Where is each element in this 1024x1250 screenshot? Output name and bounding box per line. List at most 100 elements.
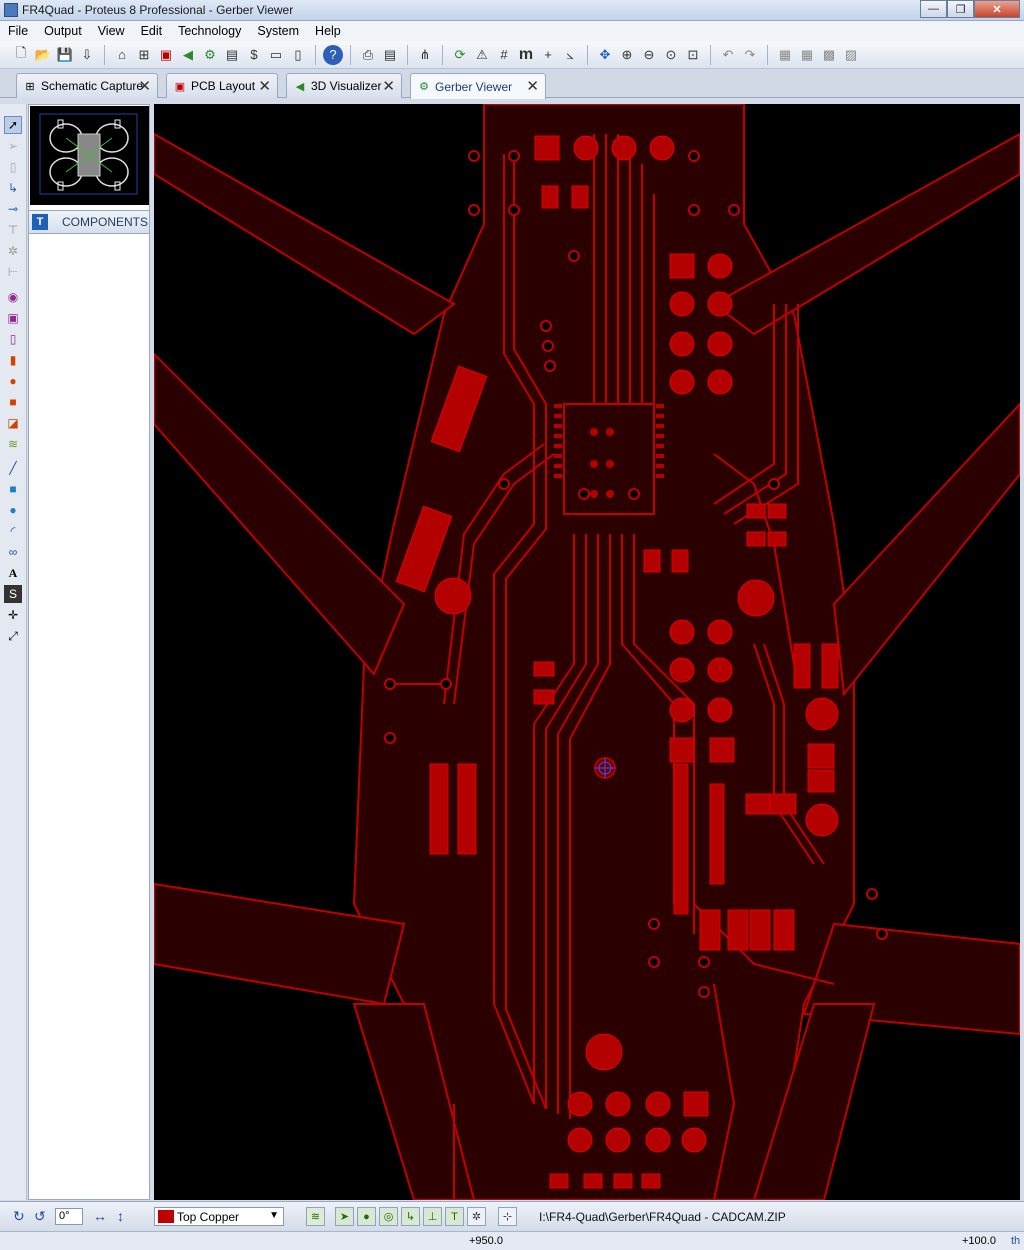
metric-icon[interactable]: m: [516, 45, 536, 65]
text-icon[interactable]: A: [4, 564, 22, 582]
connectivity-mode-icon[interactable]: ⊢: [4, 263, 22, 281]
marker-icon[interactable]: ✛: [4, 606, 22, 624]
pick-icon[interactable]: ⚠: [472, 45, 492, 65]
filter-via-icon[interactable]: ◎: [379, 1207, 398, 1226]
gerber-canvas[interactable]: [154, 104, 1020, 1200]
block-move-icon[interactable]: ▦: [797, 45, 817, 65]
schematic-icon[interactable]: ⊞: [134, 45, 154, 65]
layer-selector[interactable]: Top Copper ▼: [154, 1207, 284, 1226]
open-icon[interactable]: 📂: [33, 45, 53, 65]
unit-label[interactable]: th: [1011, 1235, 1020, 1247]
close-icon[interactable]: ✕: [258, 77, 271, 95]
3d-icon: ◀: [295, 80, 305, 93]
tab-schematic-capture[interactable]: ⊞ Schematic Capture ✕: [16, 73, 158, 98]
mirror-x-icon[interactable]: ↔: [93, 1208, 107, 1224]
symbol-icon[interactable]: S: [4, 585, 22, 603]
print-icon[interactable]: ⎙: [358, 45, 378, 65]
square-pad-icon[interactable]: ▣: [4, 309, 22, 327]
rotate-ccw-icon[interactable]: ↺: [34, 1208, 46, 1225]
block-delete-icon[interactable]: ▨: [841, 45, 861, 65]
notes2-icon[interactable]: ▯: [288, 45, 308, 65]
redo-icon[interactable]: ↷: [740, 45, 760, 65]
block-copy-icon[interactable]: ▦: [775, 45, 795, 65]
maximize-button[interactable]: ❐: [947, 0, 974, 18]
tab-pcb-layout[interactable]: ▣ PCB Layout ✕: [166, 73, 278, 98]
menu-technology[interactable]: Technology: [170, 24, 249, 38]
snap-icon[interactable]: ⦣: [560, 45, 580, 65]
new-icon[interactable]: 🗋: [11, 45, 31, 65]
filter-pin-icon[interactable]: ●: [357, 1207, 376, 1226]
arc-icon[interactable]: ◜: [4, 522, 22, 540]
zoom-in-icon[interactable]: ⊕: [617, 45, 637, 65]
netlist-icon[interactable]: ⋔: [415, 45, 435, 65]
close-icon[interactable]: ✕: [138, 77, 151, 95]
filter-options-icon[interactable]: ⊹: [498, 1207, 517, 1226]
home-icon[interactable]: ⌂: [112, 45, 132, 65]
zoom-all-icon[interactable]: ⊙: [661, 45, 681, 65]
zoom-area-icon[interactable]: ⊡: [683, 45, 703, 65]
block-rotate-icon[interactable]: ▩: [819, 45, 839, 65]
grid-icon[interactable]: #: [494, 45, 514, 65]
mirror-y-icon[interactable]: ↕: [117, 1208, 124, 1224]
edge-pad-icon[interactable]: ▮: [4, 351, 22, 369]
dil-pad-icon[interactable]: ▯: [4, 330, 22, 348]
gerber-icon: ⚙: [419, 81, 429, 93]
path-icon[interactable]: ∞: [4, 543, 22, 561]
close-icon[interactable]: ✕: [526, 77, 539, 95]
filter-zone-icon[interactable]: ⊥: [423, 1207, 442, 1226]
origin-icon[interactable]: +: [538, 45, 558, 65]
undo-icon[interactable]: ↶: [718, 45, 738, 65]
component-mode-icon[interactable]: ➢: [4, 137, 22, 155]
pan-icon[interactable]: ✥: [595, 45, 615, 65]
zone-mode-icon[interactable]: ⊤: [4, 221, 22, 239]
menu-view[interactable]: View: [90, 24, 133, 38]
3d-icon[interactable]: ⚙: [200, 45, 220, 65]
dimension-icon[interactable]: ⤢: [4, 627, 22, 645]
line-icon[interactable]: ╱: [4, 459, 22, 477]
close-icon[interactable]: ✕: [382, 77, 395, 95]
window-title: FR4Quad - Proteus 8 Professional - Gerbe…: [22, 3, 294, 17]
tab-gerber-viewer[interactable]: ⚙ Gerber Viewer ✕: [410, 73, 546, 99]
layers-icon[interactable]: ≋: [306, 1207, 325, 1226]
filter-component-icon[interactable]: ➤: [335, 1207, 354, 1226]
rotation-angle-field[interactable]: 0°: [55, 1208, 83, 1225]
filter-text-icon[interactable]: T: [445, 1207, 464, 1226]
overview-window[interactable]: [30, 106, 149, 205]
selection-mode-icon[interactable]: ➚: [4, 116, 22, 134]
import-icon[interactable]: ⇩: [77, 45, 97, 65]
help-icon[interactable]: ?: [323, 44, 343, 65]
print-setup-icon[interactable]: ▤: [380, 45, 400, 65]
menu-help[interactable]: Help: [307, 24, 349, 38]
track-mode-icon[interactable]: ↳: [4, 179, 22, 197]
filter-ratsnest-icon[interactable]: ✲: [467, 1207, 486, 1226]
ratsnest-mode-icon[interactable]: ✲: [4, 242, 22, 260]
refresh-icon[interactable]: ⟳: [450, 45, 470, 65]
gerber-icon[interactable]: ◀: [178, 45, 198, 65]
smt-round-pad-icon[interactable]: ●: [4, 372, 22, 390]
package-mode-icon[interactable]: ▯: [4, 158, 22, 176]
menu-file[interactable]: File: [0, 24, 36, 38]
padstack-icon[interactable]: ≋: [4, 435, 22, 453]
rotate-cw-icon[interactable]: ↻: [13, 1208, 25, 1225]
report-icon[interactable]: ▭: [266, 45, 286, 65]
menu-system[interactable]: System: [249, 24, 307, 38]
menu-output[interactable]: Output: [36, 24, 90, 38]
menu-edit[interactable]: Edit: [133, 24, 171, 38]
components-header[interactable]: T COMPONENTS: [29, 210, 149, 234]
zoom-out-icon[interactable]: ⊖: [639, 45, 659, 65]
smt-polygon-pad-icon[interactable]: ◪: [4, 414, 22, 432]
filter-track-icon[interactable]: ↳: [401, 1207, 420, 1226]
round-pad-icon[interactable]: ◉: [4, 288, 22, 306]
notes-icon[interactable]: $: [244, 45, 264, 65]
via-mode-icon[interactable]: ⊸: [4, 200, 22, 218]
pcb-icon[interactable]: ▣: [156, 45, 176, 65]
close-button[interactable]: ✕: [974, 0, 1020, 18]
minimize-button[interactable]: —: [920, 0, 947, 18]
circle-icon[interactable]: ●: [4, 501, 22, 519]
components-badge[interactable]: T: [32, 214, 48, 230]
smt-square-pad-icon[interactable]: ■: [4, 393, 22, 411]
save-icon[interactable]: 💾: [55, 45, 75, 65]
tab-3d-visualizer[interactable]: ◀ 3D Visualizer ✕: [286, 73, 402, 98]
bom-icon[interactable]: ▤: [222, 45, 242, 65]
box-icon[interactable]: ■: [4, 480, 22, 498]
